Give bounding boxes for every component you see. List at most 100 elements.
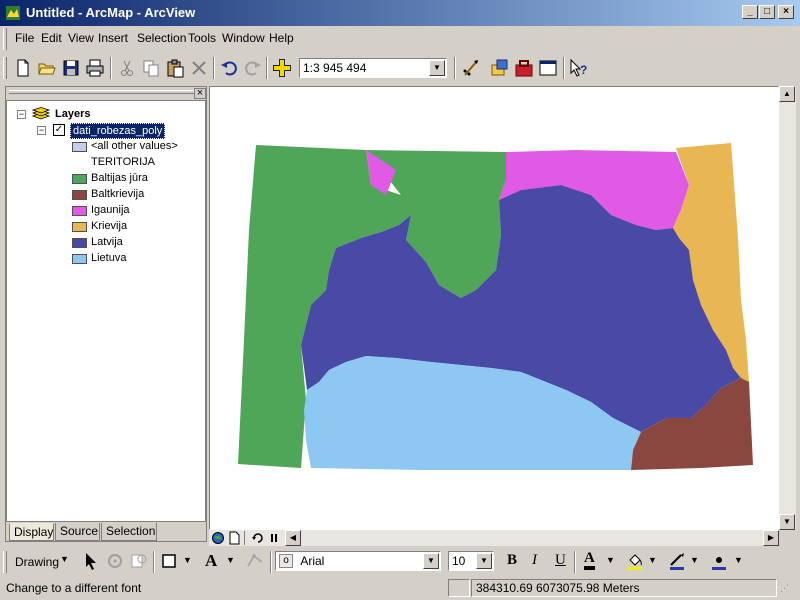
legend-swatch-other-values[interactable] <box>72 142 87 152</box>
editor-toolbar-icon[interactable] <box>460 57 482 79</box>
refresh-icon[interactable] <box>251 531 265 545</box>
select-elements-icon[interactable] <box>80 550 102 572</box>
paste-icon[interactable] <box>164 57 186 79</box>
marker-color-dropdown-arrow[interactable]: ▼ <box>734 555 743 565</box>
map-canvas[interactable] <box>210 87 778 529</box>
data-view-icon[interactable] <box>211 531 225 545</box>
toc-grip[interactable] <box>9 90 194 94</box>
new-document-icon[interactable] <box>12 57 34 79</box>
font-dropdown-arrow[interactable]: ▼ <box>423 553 439 569</box>
toc-close-button[interactable]: × <box>194 88 206 99</box>
legend-label: Latvija <box>91 236 123 248</box>
layers-collapse-toggle[interactable]: − <box>17 110 26 119</box>
line-color-dropdown-arrow[interactable]: ▼ <box>690 555 699 565</box>
drawing-toolbar-grip[interactable] <box>3 551 7 573</box>
rotate-icon[interactable] <box>104 550 126 572</box>
legend-label: Baltkrievija <box>91 188 145 200</box>
minimize-button[interactable]: _ <box>742 5 758 19</box>
menu-file[interactable]: File <box>15 31 34 45</box>
layer-name-label[interactable]: dati_robezas_poly <box>70 123 166 139</box>
italic-button[interactable]: I <box>532 552 537 569</box>
add-data-icon[interactable] <box>271 57 293 79</box>
undo-icon[interactable] <box>218 57 240 79</box>
font-size-dropdown-arrow[interactable]: ▼ <box>476 553 492 569</box>
font-color-button[interactable]: A <box>584 550 595 570</box>
svg-text:?: ? <box>580 63 587 77</box>
legend-swatch[interactable] <box>72 174 87 184</box>
menu-edit[interactable]: Edit <box>41 31 62 45</box>
close-button[interactable]: × <box>778 5 794 19</box>
tab-source[interactable]: Source <box>55 523 100 541</box>
resize-grip[interactable]: ⋰ <box>780 583 796 597</box>
save-icon[interactable] <box>60 57 82 79</box>
line-color-icon[interactable] <box>666 550 688 572</box>
legend-swatch[interactable] <box>72 238 87 248</box>
toolbar-separator <box>110 57 112 79</box>
new-rectangle-icon[interactable] <box>158 550 180 572</box>
zoom-whole-page-icon[interactable] <box>128 550 150 572</box>
scroll-down-button[interactable]: ▼ <box>779 514 795 530</box>
maximize-button[interactable]: □ <box>759 5 775 19</box>
map-display[interactable] <box>209 86 779 530</box>
layer-visibility-checkbox[interactable]: ✓ <box>53 124 65 136</box>
scroll-right-button[interactable]: ▶ <box>763 530 779 546</box>
marker-color-icon[interactable] <box>708 550 730 572</box>
legend-swatch[interactable] <box>72 206 87 216</box>
status-message: Change to a different font <box>6 581 142 595</box>
whats-this-help-icon[interactable]: ? <box>568 57 590 79</box>
font-size-value: 10 <box>452 554 466 568</box>
coordinates-value: 384310.69 6073075.98 Meters <box>476 581 640 595</box>
legend-swatch[interactable] <box>72 190 87 200</box>
fill-color-dropdown-arrow[interactable]: ▼ <box>648 555 657 565</box>
menu-grip[interactable] <box>3 28 7 50</box>
map-scale-combo[interactable]: 1:3 945 494 <box>299 58 447 78</box>
cut-icon[interactable] <box>116 57 138 79</box>
new-text-icon[interactable]: A <box>205 551 217 571</box>
menu-insert[interactable]: Insert <box>98 31 128 45</box>
legend-swatch[interactable] <box>72 254 87 264</box>
layout-view-icon[interactable] <box>227 531 241 545</box>
legend-label: Lietuva <box>91 252 127 264</box>
legend-label: Igaunija <box>91 204 130 216</box>
layers-root-label[interactable]: Layers <box>55 108 90 120</box>
text-dropdown-arrow[interactable]: ▼ <box>226 555 235 565</box>
menu-selection[interactable]: Selection <box>137 31 186 45</box>
menu-help[interactable]: Help <box>269 31 294 45</box>
underline-button[interactable]: U <box>555 552 566 569</box>
fill-color-icon[interactable] <box>624 550 646 572</box>
tab-selection[interactable]: Selection <box>101 523 157 541</box>
pause-drawing-icon[interactable] <box>267 531 281 545</box>
arccatalog-icon[interactable] <box>489 57 511 79</box>
legend-label-other-values: <all other values> <box>91 140 178 152</box>
open-folder-icon[interactable] <box>36 57 58 79</box>
map-horizontal-scrollbar[interactable]: ◀ ▶ <box>209 530 779 546</box>
copy-icon[interactable] <box>140 57 162 79</box>
font-color-dropdown-arrow[interactable]: ▼ <box>606 555 615 565</box>
scroll-up-button[interactable]: ▲ <box>779 86 795 102</box>
print-icon[interactable] <box>84 57 106 79</box>
rectangle-dropdown-arrow[interactable]: ▼ <box>183 555 192 565</box>
delete-icon[interactable] <box>188 57 210 79</box>
edit-vertices-icon[interactable] <box>244 550 266 572</box>
toolbar-grip[interactable] <box>3 57 7 79</box>
menu-view[interactable]: View <box>68 31 94 45</box>
scroll-left-button[interactable]: ◀ <box>285 530 301 546</box>
status-coordinates: 384310.69 6073075.98 Meters <box>471 579 777 597</box>
tab-display[interactable]: Display <box>9 523 54 541</box>
legend-field-name: TERITORIJA <box>91 156 155 168</box>
menu-tools[interactable]: Tools <box>188 31 216 45</box>
legend-swatch[interactable] <box>72 222 87 232</box>
map-vertical-scrollbar[interactable]: ▲ ▼ <box>779 86 796 530</box>
menu-bar: File Edit View Insert Selection Tools Wi… <box>0 28 800 50</box>
bold-button[interactable]: B <box>507 552 517 569</box>
command-line-icon[interactable] <box>537 57 559 79</box>
drawing-menu-arrow-icon[interactable]: ▼ <box>60 554 69 564</box>
layer-collapse-toggle[interactable]: − <box>37 126 46 135</box>
drawing-menu-button[interactable]: Drawing <box>15 555 59 569</box>
arcmap-app-icon[interactable] <box>5 5 21 21</box>
arctoolbox-icon[interactable] <box>513 57 535 79</box>
menu-window[interactable]: Window <box>222 31 265 45</box>
scale-dropdown-arrow[interactable]: ▼ <box>429 60 445 76</box>
font-combo[interactable]: o Arial <box>275 551 441 571</box>
redo-icon[interactable] <box>242 57 264 79</box>
